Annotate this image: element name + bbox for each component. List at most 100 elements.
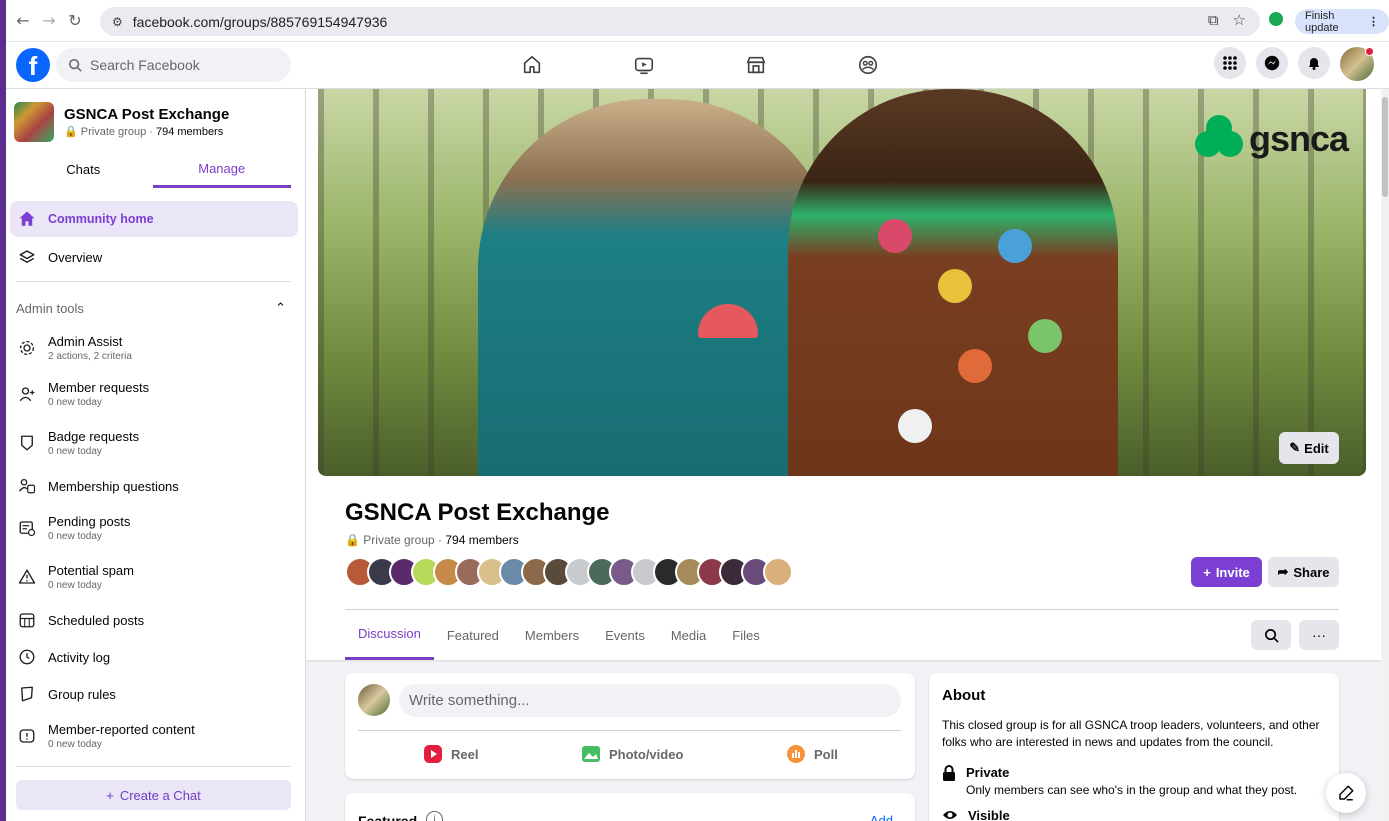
cover-photo[interactable]: gsnca ✎ Edit — [318, 89, 1366, 476]
poll-button[interactable]: Poll — [786, 737, 838, 771]
create-chat-label: Create a Chat — [119, 787, 201, 803]
messenger-icon[interactable] — [1256, 47, 1288, 79]
home-icon[interactable] — [476, 43, 588, 87]
sidebar-item-group-rules[interactable]: Group rules — [10, 679, 298, 709]
sidebar-item-label: Pending posts — [48, 514, 131, 529]
rules-book-icon — [16, 683, 38, 705]
menu-grid-icon[interactable] — [1214, 47, 1246, 79]
cover-patch — [898, 409, 932, 443]
sidebar-item-label: Member requests — [48, 380, 150, 395]
sidebar-item-member-reported-content[interactable]: Member-reported content 0 new today — [10, 717, 298, 755]
home-filled-icon — [16, 208, 38, 230]
sidebar-item-pending-posts[interactable]: Pending posts 0 new today — [10, 509, 298, 547]
membership-questions-icon — [16, 475, 38, 497]
tab-events[interactable]: Events — [592, 610, 658, 660]
sidebar-item-sub: 0 new today — [48, 446, 102, 457]
back-icon[interactable]: ← — [10, 8, 36, 34]
admin-tools-header[interactable]: Admin tools ⌃ — [16, 301, 286, 316]
sidebar-item-label: Membership questions — [48, 478, 179, 494]
notifications-bell-icon[interactable] — [1298, 47, 1330, 79]
group-tabs: Discussion Featured Members Events Media… — [345, 610, 773, 660]
marketplace-icon[interactable] — [700, 43, 812, 87]
finish-update-button[interactable]: Finish update ⋮ — [1295, 9, 1389, 34]
pending-posts-icon — [16, 517, 38, 539]
add-person-icon — [16, 383, 38, 405]
poll-icon — [787, 745, 805, 763]
notification-dot — [1365, 47, 1374, 56]
tab-chats[interactable]: Chats — [14, 151, 153, 188]
tab-media[interactable]: Media — [658, 610, 719, 660]
groups-icon[interactable] — [812, 43, 924, 87]
sidebar-group-name[interactable]: GSNCA Post Exchange — [64, 106, 229, 123]
sidebar-item-label: Community home — [48, 212, 154, 226]
create-chat-button[interactable]: + Create a Chat — [16, 780, 291, 810]
tab-discussion[interactable]: Discussion — [345, 610, 434, 660]
main-content: gsnca ✎ Edit GSNCA Post Exchange 🔒 Priva… — [306, 89, 1381, 821]
new-message-button[interactable] — [1326, 773, 1366, 813]
invite-button[interactable]: + Invite — [1191, 557, 1262, 587]
share-label: Share — [1293, 564, 1330, 580]
sidebar-item-community-home[interactable]: Community home — [10, 201, 298, 237]
sidebar-item-potential-spam[interactable]: Potential spam 0 new today — [10, 558, 298, 596]
write-something-input[interactable]: Write something... — [399, 684, 901, 717]
featured-add-link[interactable]: Add — [870, 813, 893, 821]
finish-update-label: Finish update — [1305, 9, 1339, 34]
admin-tools-label: Admin tools — [16, 301, 84, 316]
more-options-button[interactable]: ··· — [1299, 620, 1339, 650]
clock-icon — [16, 646, 38, 668]
tab-files[interactable]: Files — [719, 610, 772, 660]
sidebar-item-overview[interactable]: Overview — [10, 239, 298, 275]
member-avatar[interactable] — [763, 557, 793, 587]
composer-avatar[interactable] — [358, 684, 390, 716]
left-sidebar: GSNCA Post Exchange 🔒 Private group · 79… — [6, 89, 306, 821]
cover-patch — [998, 229, 1032, 263]
info-icon[interactable]: i — [426, 811, 443, 821]
browser-toolbar: ← → ↻ ⚙ facebook.com/groups/885769154947… — [6, 0, 1389, 42]
reload-icon[interactable]: ↻ — [62, 8, 88, 34]
chevron-up-icon[interactable]: ⌃ — [275, 301, 286, 316]
bookmark-star-icon[interactable]: ☆ — [1233, 11, 1246, 29]
forward-icon[interactable]: → — [36, 8, 62, 34]
video-icon[interactable] — [588, 43, 700, 87]
extension-icon[interactable] — [1269, 12, 1283, 26]
report-icon — [16, 725, 38, 747]
scrollbar-thumb[interactable] — [1382, 97, 1388, 197]
sidebar-item-admin-assist[interactable]: Admin Assist 2 actions, 2 criteria — [10, 329, 298, 367]
group-thumbnail[interactable] — [14, 102, 54, 142]
sidebar-item-label: Potential spam — [48, 563, 134, 578]
sidebar-item-badge-requests[interactable]: Badge requests 0 new today — [10, 424, 298, 462]
group-members-link[interactable]: 794 members — [445, 533, 518, 547]
group-title: GSNCA Post Exchange — [345, 499, 610, 526]
sidebar-item-scheduled-posts[interactable]: Scheduled posts — [10, 605, 298, 635]
edit-cover-button[interactable]: ✎ Edit — [1279, 432, 1339, 464]
sidebar-item-member-requests[interactable]: Member requests 0 new today — [10, 375, 298, 413]
layers-icon — [16, 246, 38, 268]
pencil-icon: ✎ — [1289, 440, 1301, 455]
photo-video-button[interactable]: Photo/video — [581, 737, 683, 771]
sidebar-item-activity-log[interactable]: Activity log — [10, 642, 298, 672]
share-arrow-icon: ➦ — [1277, 564, 1289, 579]
cover-patch — [958, 349, 992, 383]
facebook-logo-icon[interactable]: f — [16, 48, 50, 82]
sidebar-item-label: Member-reported content — [48, 722, 195, 737]
group-search-button[interactable] — [1251, 620, 1291, 650]
sidebar-group-members[interactable]: 794 members — [156, 126, 223, 138]
reel-button[interactable]: Reel — [423, 737, 478, 771]
tab-manage[interactable]: Manage — [152, 151, 291, 188]
page-scrollbar[interactable] — [1381, 89, 1389, 821]
tab-members[interactable]: Members — [512, 610, 592, 660]
more-horizontal-icon: ··· — [1312, 627, 1326, 643]
featured-card: Featured i Add — [345, 793, 915, 821]
share-button[interactable]: ➦ Share — [1268, 557, 1339, 587]
site-settings-icon[interactable]: ⚙ — [112, 15, 123, 29]
photo-icon — [582, 746, 600, 762]
sidebar-item-membership-questions[interactable]: Membership questions — [10, 471, 298, 501]
install-icon[interactable]: ⧉ — [1208, 11, 1219, 29]
search-input[interactable]: Search Facebook — [56, 48, 291, 82]
badge-shield-icon — [16, 432, 38, 454]
profile-avatar[interactable] — [1340, 47, 1374, 81]
warning-triangle-icon — [16, 566, 38, 588]
member-avatars[interactable] — [345, 557, 793, 587]
tab-featured[interactable]: Featured — [434, 610, 512, 660]
address-bar[interactable]: ⚙ facebook.com/groups/885769154947936 ⧉ … — [100, 7, 1260, 36]
